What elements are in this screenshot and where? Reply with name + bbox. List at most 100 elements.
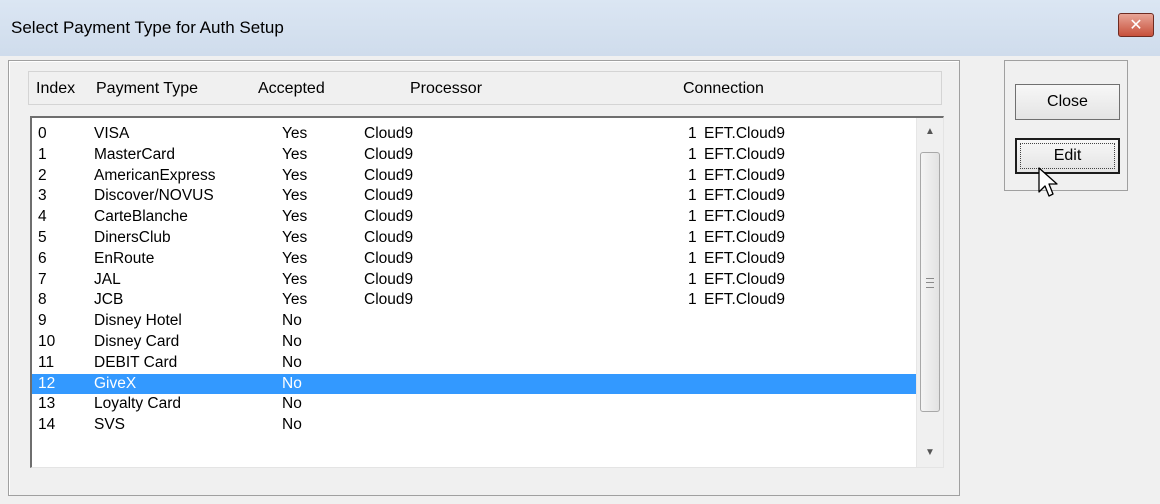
row-accepted: Yes	[282, 228, 308, 246]
row-connection: EFT.Cloud9	[704, 166, 785, 184]
column-header-connection[interactable]: Connection	[683, 80, 764, 98]
list-item[interactable]: 9 Disney Hotel No	[32, 311, 916, 332]
row-payment-type: VISA	[94, 125, 130, 142]
row-payment-type: Disney Card	[94, 332, 180, 350]
row-connection: EFT.Cloud9	[704, 270, 785, 288]
row-payment-type: Disney Hotel	[94, 312, 182, 330]
row-payment-type: MasterCard	[94, 145, 175, 163]
row-payment-type: Discover/NOVUS	[94, 187, 214, 205]
row-connection-number: 1	[688, 249, 697, 267]
row-payment-type: JAL	[94, 270, 121, 288]
row-accepted: No	[282, 374, 302, 392]
row-processor: Cloud9	[364, 291, 414, 309]
row-processor: Cloud9	[364, 166, 414, 184]
column-header-index[interactable]: Index	[36, 80, 75, 98]
row-accepted: Yes	[282, 187, 308, 205]
list-item[interactable]: 5 DinersClub Yes Cloud9 1 EFT.Cloud9	[32, 228, 916, 249]
row-connection: EFT.Cloud9	[704, 208, 785, 226]
list-item[interactable]: 13 Loyalty Card No	[32, 394, 916, 415]
column-header-payment-type[interactable]: Payment Type	[96, 80, 198, 98]
close-button[interactable]: Close	[1015, 84, 1120, 120]
row-processor: Cloud9	[364, 249, 414, 267]
row-accepted: Yes	[282, 208, 308, 226]
row-payment-type: EnRoute	[94, 249, 155, 267]
row-accepted: No	[282, 416, 302, 434]
list-item[interactable]: 4 CarteBlanche Yes Cloud9 1 EFT.Cloud9	[32, 207, 916, 228]
column-header-accepted[interactable]: Accepted	[258, 80, 325, 98]
row-accepted: Yes	[282, 291, 308, 309]
list-item[interactable]: 6 EnRoute Yes Cloud9 1 EFT.Cloud9	[32, 249, 916, 270]
row-accepted: Yes	[282, 270, 308, 288]
vertical-scrollbar[interactable]: ▲ ▼	[916, 118, 943, 467]
list-item[interactable]: 11 DEBIT Card No	[32, 353, 916, 374]
row-connection-number: 1	[688, 145, 697, 163]
row-accepted: No	[282, 312, 302, 330]
row-index: 6	[38, 249, 47, 267]
row-index: 12	[38, 374, 56, 392]
row-connection: EFT.Cloud9	[704, 228, 785, 246]
row-accepted: Yes	[282, 125, 308, 142]
row-index: 5	[38, 228, 47, 246]
row-payment-type: DEBIT Card	[94, 353, 178, 371]
row-index: 13	[38, 395, 56, 413]
row-accepted: No	[282, 395, 302, 413]
list-item[interactable]: 7 JAL Yes Cloud9 1 EFT.Cloud9	[32, 270, 916, 291]
list-item[interactable]: 12 GiveX No	[32, 373, 916, 395]
row-index: 8	[38, 291, 47, 309]
row-connection: EFT.Cloud9	[704, 145, 785, 163]
row-connection: EFT.Cloud9	[704, 125, 785, 142]
row-accepted: Yes	[282, 249, 308, 267]
window-close-icon[interactable]: ✕	[1118, 13, 1154, 37]
row-processor: Cloud9	[364, 187, 414, 205]
row-accepted: No	[282, 353, 302, 371]
row-payment-type: GiveX	[94, 374, 137, 392]
row-index: 14	[38, 416, 56, 434]
row-processor: Cloud9	[364, 208, 414, 226]
row-payment-type: SVS	[94, 416, 126, 434]
edit-button[interactable]: Edit	[1015, 138, 1120, 174]
row-payment-type: DinersClub	[94, 228, 171, 246]
row-payment-type: JCB	[94, 291, 124, 309]
row-index: 2	[38, 166, 47, 184]
scroll-thumb[interactable]	[920, 152, 940, 412]
scroll-up-icon[interactable]: ▲	[917, 120, 943, 144]
row-index: 0	[38, 125, 47, 142]
row-accepted: No	[282, 332, 302, 350]
row-connection-number: 1	[688, 208, 697, 226]
row-processor: Cloud9	[364, 145, 414, 163]
scroll-down-icon[interactable]: ▼	[917, 441, 943, 465]
row-connection: EFT.Cloud9	[704, 249, 785, 267]
row-index: 7	[38, 270, 47, 288]
row-accepted: Yes	[282, 166, 308, 184]
row-index: 10	[38, 332, 56, 350]
window-title: Select Payment Type for Auth Setup	[11, 18, 284, 37]
row-connection: EFT.Cloud9	[704, 291, 785, 309]
row-processor: Cloud9	[364, 228, 414, 246]
row-connection: EFT.Cloud9	[704, 187, 785, 205]
grip-icon	[926, 278, 934, 288]
mouse-cursor-icon	[1038, 167, 1058, 197]
row-processor: Cloud9	[364, 270, 414, 288]
list-item[interactable]: 14 SVS No	[32, 415, 916, 436]
row-payment-type: Loyalty Card	[94, 395, 182, 413]
row-connection-number: 1	[688, 166, 697, 184]
row-connection-number: 1	[688, 228, 697, 246]
list-item[interactable]: 0 VISA Yes Cloud9 1 EFT.Cloud9	[32, 124, 916, 145]
list-item[interactable]: 2 AmericanExpress Yes Cloud9 1 EFT.Cloud9	[32, 166, 916, 187]
row-payment-type: CarteBlanche	[94, 208, 188, 226]
row-connection-number: 1	[688, 270, 697, 288]
list-item[interactable]: 8 JCB Yes Cloud9 1 EFT.Cloud9	[32, 290, 916, 311]
row-index: 1	[38, 145, 47, 163]
list-item[interactable]: 10 Disney Card No	[32, 332, 916, 353]
column-header-processor[interactable]: Processor	[410, 80, 482, 98]
row-connection-number: 1	[688, 187, 697, 205]
row-index: 3	[38, 187, 47, 205]
title-bar: Select Payment Type for Auth Setup ✕	[0, 0, 1160, 56]
list-item[interactable]: 3 Discover/NOVUS Yes Cloud9 1 EFT.Cloud9	[32, 186, 916, 207]
list-item[interactable]: 1 MasterCard Yes Cloud9 1 EFT.Cloud9	[32, 145, 916, 166]
payment-type-list[interactable]: 0 VISA Yes Cloud9 1 EFT.Cloud9 1 MasterCard Yes C…	[30, 116, 944, 468]
payment-type-rows: 0 VISA Yes Cloud9 1 EFT.Cloud9 1 MasterCard Yes C…	[32, 124, 916, 436]
row-processor: Cloud9	[364, 125, 414, 142]
row-index: 4	[38, 208, 47, 226]
row-connection-number: 1	[688, 125, 697, 142]
